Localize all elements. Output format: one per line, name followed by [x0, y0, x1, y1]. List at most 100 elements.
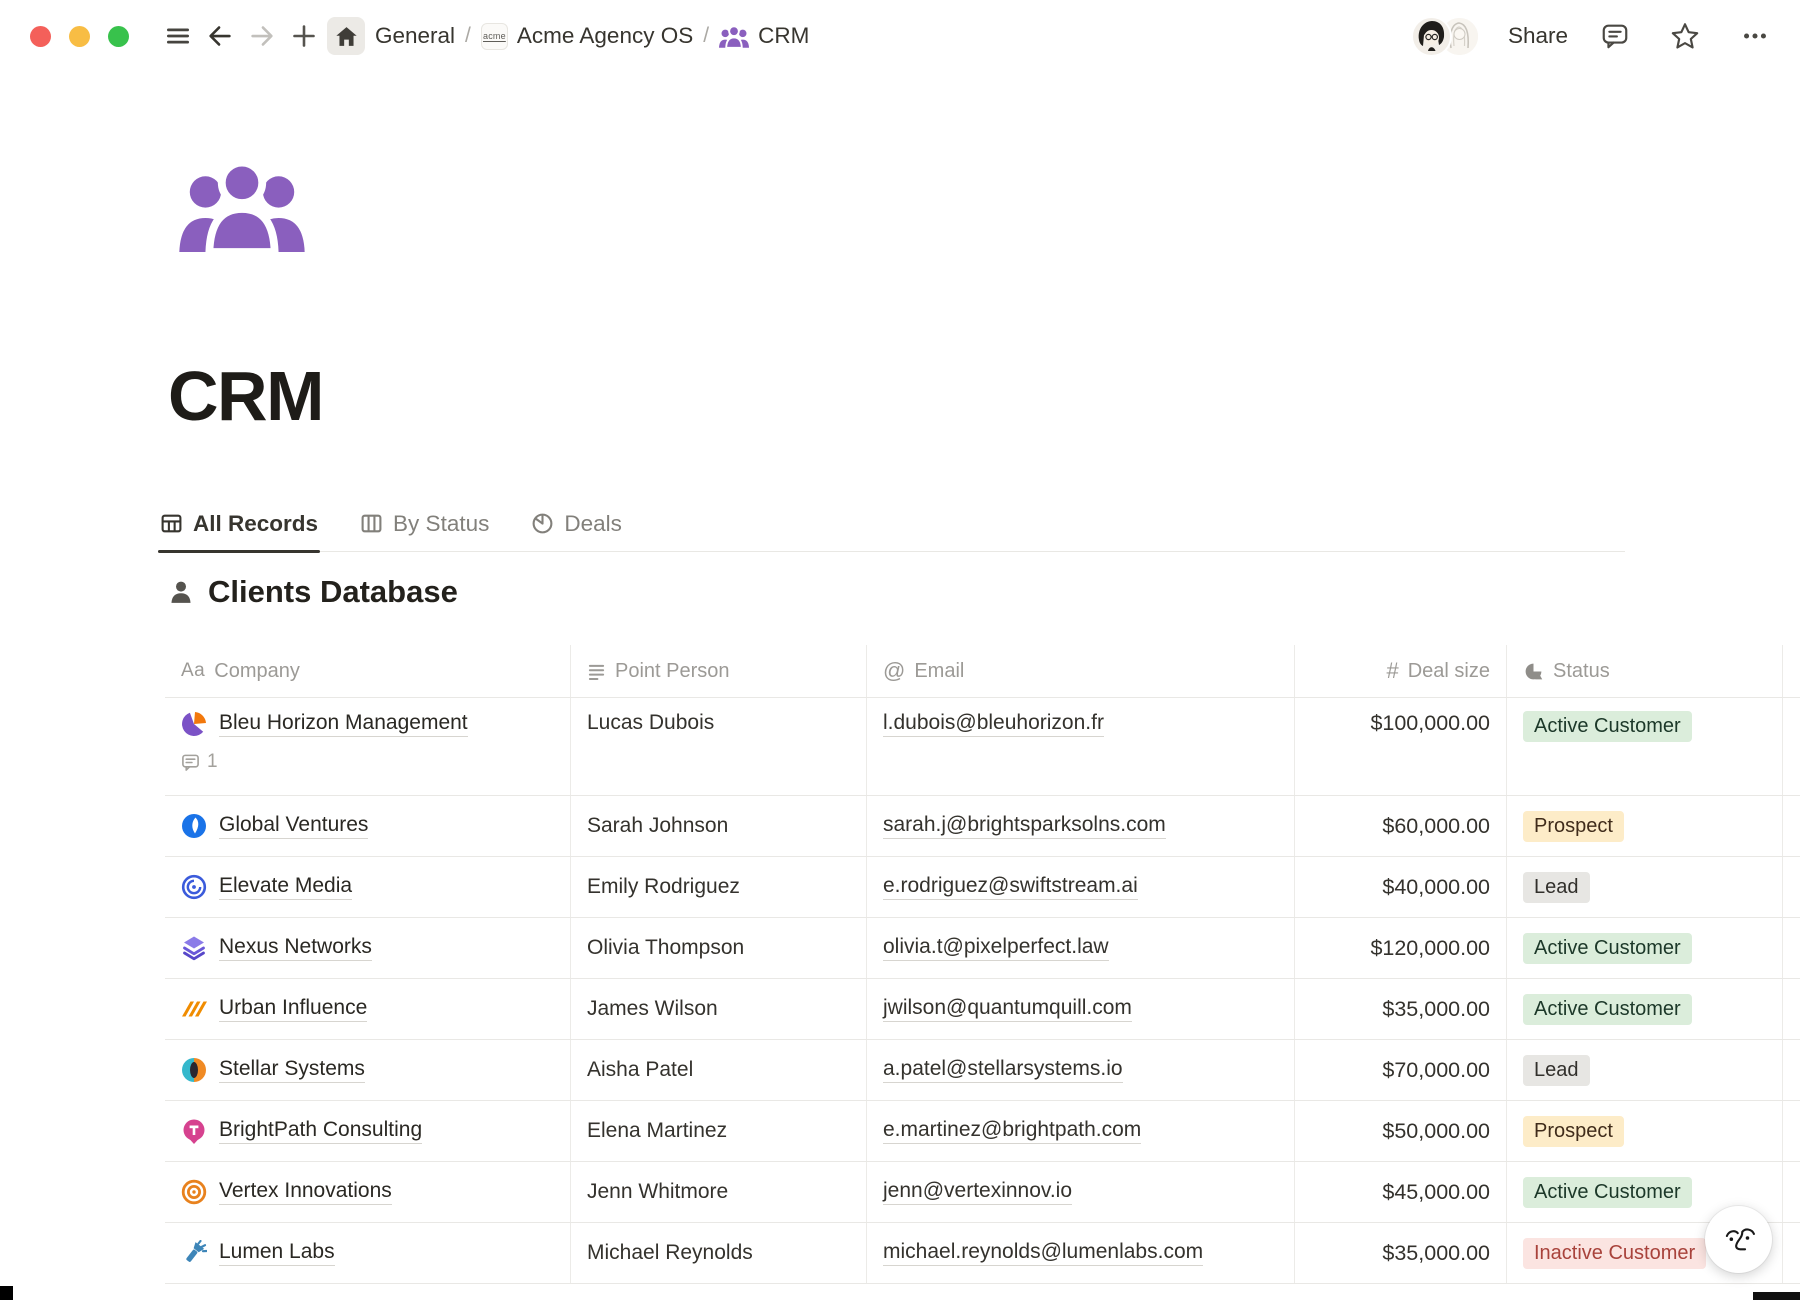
- company-cell[interactable]: Urban Influence: [165, 979, 571, 1039]
- status-badge[interactable]: Active Customer: [1523, 1177, 1692, 1208]
- tab-deals[interactable]: Deals: [531, 496, 622, 551]
- deal-size-cell[interactable]: $35,000.00: [1295, 979, 1507, 1039]
- point-person-cell[interactable]: Aisha Patel: [571, 1040, 867, 1100]
- favorite-star-icon[interactable]: [1666, 17, 1704, 55]
- status-cell[interactable]: Active Customer: [1507, 698, 1783, 795]
- company-cell[interactable]: Elevate Media: [165, 857, 571, 917]
- deal-size-cell[interactable]: $40,000.00: [1295, 857, 1507, 917]
- point-person-cell[interactable]: Jenn Whitmore: [571, 1162, 867, 1222]
- column-header-company[interactable]: Aa Company: [165, 645, 571, 697]
- email-cell[interactable]: e.rodriguez@swiftstream.ai: [867, 857, 1295, 917]
- comments-icon[interactable]: [1596, 17, 1634, 55]
- email-cell[interactable]: sarah.j@brightsparksolns.com: [867, 796, 1295, 856]
- deal-size-cell[interactable]: $70,000.00: [1295, 1040, 1507, 1100]
- email-link[interactable]: jwilson@quantumquill.com: [883, 996, 1132, 1022]
- email-cell[interactable]: l.dubois@bleuhorizon.fr: [867, 698, 1295, 795]
- back-arrow-icon[interactable]: [201, 17, 239, 55]
- point-person-cell[interactable]: Lucas Dubois: [571, 698, 867, 795]
- email-cell[interactable]: olivia.t@pixelperfect.law: [867, 918, 1295, 978]
- company-link[interactable]: Vertex Innovations: [219, 1179, 392, 1205]
- status-badge[interactable]: Prospect: [1523, 811, 1624, 842]
- breadcrumb-page[interactable]: CRM: [719, 23, 809, 49]
- share-button[interactable]: Share: [1508, 23, 1568, 49]
- point-person-cell[interactable]: Sarah Johnson: [571, 796, 867, 856]
- company-cell[interactable]: BrightPath Consulting: [165, 1101, 571, 1161]
- deal-size-cell[interactable]: $35,000.00: [1295, 1223, 1507, 1283]
- deal-size-cell[interactable]: $45,000.00: [1295, 1162, 1507, 1222]
- deal-size-cell[interactable]: $60,000.00: [1295, 796, 1507, 856]
- company-link[interactable]: BrightPath Consulting: [219, 1118, 422, 1144]
- company-link[interactable]: Elevate Media: [219, 874, 352, 900]
- email-link[interactable]: olivia.t@pixelperfect.law: [883, 935, 1109, 961]
- status-badge[interactable]: Lead: [1523, 1055, 1590, 1086]
- company-link[interactable]: Nexus Networks: [219, 935, 372, 961]
- breadcrumb-workspace[interactable]: acme Acme Agency OS: [481, 23, 693, 50]
- company-cell[interactable]: Nexus Networks: [165, 918, 571, 978]
- status-cell[interactable]: Prospect: [1507, 796, 1783, 856]
- email-cell[interactable]: jwilson@quantumquill.com: [867, 979, 1295, 1039]
- deal-size-cell[interactable]: $100,000.00: [1295, 698, 1507, 795]
- notion-ai-button[interactable]: [1705, 1206, 1772, 1273]
- company-logo-icon: [181, 996, 207, 1022]
- menu-icon[interactable]: [159, 17, 197, 55]
- close-window-button[interactable]: [30, 26, 51, 47]
- status-cell[interactable]: Active Customer: [1507, 979, 1783, 1039]
- email-cell[interactable]: a.patel@stellarsystems.io: [867, 1040, 1295, 1100]
- company-cell[interactable]: Lumen Labs: [165, 1223, 571, 1283]
- status-badge[interactable]: Active Customer: [1523, 933, 1692, 964]
- forward-arrow-icon[interactable]: [243, 17, 281, 55]
- email-link[interactable]: jenn@vertexinnov.io: [883, 1179, 1072, 1205]
- minimize-window-button[interactable]: [69, 26, 90, 47]
- company-cell[interactable]: Vertex Innovations: [165, 1162, 571, 1222]
- status-badge[interactable]: Active Customer: [1523, 711, 1692, 742]
- status-cell[interactable]: Lead: [1507, 1040, 1783, 1100]
- company-link[interactable]: Global Ventures: [219, 813, 368, 839]
- email-link[interactable]: a.patel@stellarsystems.io: [883, 1057, 1123, 1083]
- breadcrumb-root[interactable]: General: [375, 23, 455, 49]
- company-link[interactable]: Lumen Labs: [219, 1240, 335, 1266]
- status-badge[interactable]: Active Customer: [1523, 994, 1692, 1025]
- column-header-deal-size[interactable]: # Deal size: [1295, 645, 1507, 697]
- email-link[interactable]: e.rodriguez@swiftstream.ai: [883, 874, 1138, 900]
- company-link[interactable]: Urban Influence: [219, 996, 367, 1022]
- email-link[interactable]: sarah.j@brightsparksolns.com: [883, 813, 1166, 839]
- status-badge[interactable]: Inactive Customer: [1523, 1238, 1706, 1269]
- comment-count[interactable]: 1: [181, 751, 468, 773]
- expand-window-button[interactable]: [108, 26, 129, 47]
- deal-size-cell[interactable]: $120,000.00: [1295, 918, 1507, 978]
- more-options-icon[interactable]: [1736, 17, 1774, 55]
- column-header-status[interactable]: Status: [1507, 645, 1783, 697]
- company-logo-icon: [181, 935, 207, 961]
- company-link[interactable]: Stellar Systems: [219, 1057, 365, 1083]
- status-badge[interactable]: Prospect: [1523, 1116, 1624, 1147]
- status-cell[interactable]: Active Customer: [1507, 918, 1783, 978]
- email-link[interactable]: e.martinez@brightpath.com: [883, 1118, 1141, 1144]
- page-icon-people-group[interactable]: [170, 158, 314, 252]
- email-cell[interactable]: e.martinez@brightpath.com: [867, 1101, 1295, 1161]
- company-link[interactable]: Bleu Horizon Management: [219, 711, 468, 737]
- company-cell[interactable]: Global Ventures: [165, 796, 571, 856]
- point-person-cell[interactable]: Olivia Thompson: [571, 918, 867, 978]
- collaborator-avatars[interactable]: [1411, 16, 1480, 57]
- point-person-cell[interactable]: Elena Martinez: [571, 1101, 867, 1161]
- email-cell[interactable]: michael.reynolds@lumenlabs.com: [867, 1223, 1295, 1283]
- tab-all-records[interactable]: All Records: [160, 496, 318, 551]
- column-header-point-person[interactable]: Point Person: [571, 645, 867, 697]
- status-badge[interactable]: Lead: [1523, 872, 1590, 903]
- email-link[interactable]: michael.reynolds@lumenlabs.com: [883, 1240, 1203, 1266]
- company-cell[interactable]: Stellar Systems: [165, 1040, 571, 1100]
- company-cell[interactable]: Bleu Horizon Management 1: [165, 698, 571, 795]
- status-cell[interactable]: Prospect: [1507, 1101, 1783, 1161]
- email-cell[interactable]: jenn@vertexinnov.io: [867, 1162, 1295, 1222]
- email-link[interactable]: l.dubois@bleuhorizon.fr: [883, 711, 1104, 737]
- database-title-label: Clients Database: [208, 574, 458, 610]
- tab-by-status[interactable]: By Status: [360, 496, 489, 551]
- new-page-plus-icon[interactable]: [285, 17, 323, 55]
- point-person-cell[interactable]: Emily Rodriguez: [571, 857, 867, 917]
- column-header-email[interactable]: @ Email: [867, 645, 1295, 697]
- status-cell[interactable]: Lead: [1507, 857, 1783, 917]
- point-person-cell[interactable]: Michael Reynolds: [571, 1223, 867, 1283]
- point-person-cell[interactable]: James Wilson: [571, 979, 867, 1039]
- deal-size-cell[interactable]: $50,000.00: [1295, 1101, 1507, 1161]
- home-icon[interactable]: [327, 17, 365, 55]
